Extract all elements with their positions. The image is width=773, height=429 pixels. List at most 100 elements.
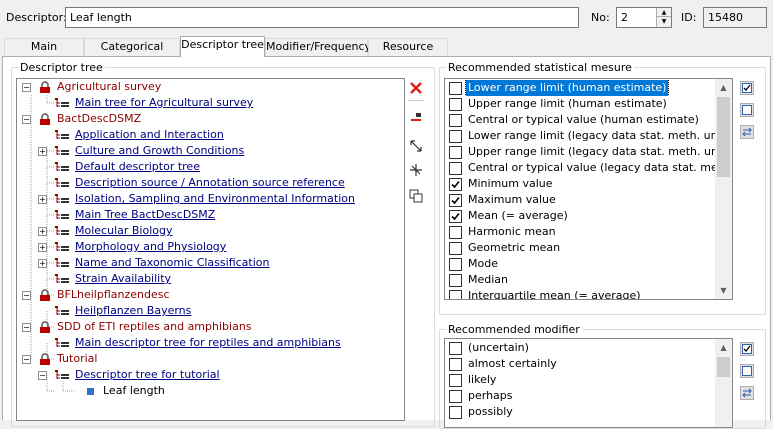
- stat-measure-item[interactable]: Central or typical value (human estimate…: [447, 112, 717, 128]
- modifier-item[interactable]: perhaps: [447, 388, 717, 404]
- collapse-toggle[interactable]: −: [22, 115, 31, 124]
- stat-check-all-button[interactable]: [740, 81, 754, 95]
- number-stepper[interactable]: 2 ▲ ▼: [616, 7, 672, 28]
- tab-categorical-states[interactable]: Categorical states: [84, 38, 180, 69]
- checkbox[interactable]: [449, 258, 462, 271]
- stat-measure-item[interactable]: Mean (= average): [447, 208, 717, 224]
- tree-node[interactable]: Default descriptor tree: [17, 159, 402, 175]
- copy-tree-button[interactable]: [407, 187, 425, 205]
- modifier-item[interactable]: likely: [447, 372, 717, 388]
- tree-node[interactable]: Heilpflanzen Bayerns: [17, 303, 402, 319]
- stat-scrollbar[interactable]: ▲ ▼: [715, 79, 732, 299]
- collapse-toggle[interactable]: −: [22, 291, 31, 300]
- collapse-all-button[interactable]: [407, 161, 425, 179]
- tree-node[interactable]: + Molecular Biology: [17, 223, 402, 239]
- tree-node[interactable]: + Isolation, Sampling and Environmental I…: [17, 191, 402, 207]
- expand-toggle[interactable]: +: [38, 227, 47, 236]
- stat-measure-item[interactable]: Lower range limit (human estimate): [447, 80, 717, 96]
- stat-measure-item[interactable]: Maximum value: [447, 192, 717, 208]
- checkbox[interactable]: [449, 226, 462, 239]
- tree-node[interactable]: Application and Interaction: [17, 127, 402, 143]
- checkbox[interactable]: [449, 390, 462, 403]
- collapse-toggle[interactable]: −: [22, 323, 31, 332]
- checkbox[interactable]: [449, 406, 462, 419]
- scroll-thumb[interactable]: [717, 97, 730, 177]
- stat-measure-item[interactable]: Upper range limit (legacy data stat. met…: [447, 144, 717, 160]
- tree-node[interactable]: Main Tree BactDescDSMZ: [17, 207, 402, 223]
- modifier-scrollbar[interactable]: ▲: [715, 339, 732, 427]
- stat-measure-item[interactable]: Lower range limit (legacy data stat. met…: [447, 128, 717, 144]
- checkbox[interactable]: [449, 242, 462, 255]
- tree-node[interactable]: + Culture and Growth Conditions: [17, 143, 402, 159]
- delete-button[interactable]: [407, 79, 425, 97]
- remove-descriptor-button[interactable]: [407, 109, 425, 127]
- stat-measure-item[interactable]: Minimum value: [447, 176, 717, 192]
- scroll-up-arrow[interactable]: ▲: [715, 339, 732, 356]
- stat-measure-item[interactable]: Central or typical value (legacy data st…: [447, 160, 717, 176]
- checkbox[interactable]: [449, 342, 462, 355]
- descriptor-tree-icon: [55, 306, 69, 315]
- tree-node[interactable]: Main descriptor tree for reptiles and am…: [17, 335, 402, 351]
- tree-node[interactable]: Main tree for Agricultural survey: [17, 95, 402, 111]
- checkbox[interactable]: [449, 146, 462, 159]
- expand-toggle[interactable]: +: [38, 147, 47, 156]
- collapse-toggle[interactable]: −: [38, 371, 47, 380]
- stat-measure-item[interactable]: Mode: [447, 256, 717, 272]
- modifier-list[interactable]: (uncertain) almost certainly likely perhaps…: [444, 338, 733, 428]
- expand-all-button[interactable]: [407, 137, 425, 155]
- checkbox[interactable]: [449, 98, 462, 111]
- modifier-item[interactable]: possibly: [447, 404, 717, 420]
- tree-database-node[interactable]: − BactDescDSMZ: [17, 111, 402, 127]
- modifier-check-all-button[interactable]: [740, 342, 754, 356]
- collapse-toggle[interactable]: −: [22, 83, 31, 92]
- expand-toggle[interactable]: +: [38, 259, 47, 268]
- tree-node[interactable]: + Name and Taxonomic Classification: [17, 255, 402, 271]
- tree-database-node[interactable]: − Tutorial: [17, 351, 402, 367]
- stat-uncheck-all-button[interactable]: [740, 103, 754, 117]
- stat-measure-item[interactable]: Interquartile mean (= average): [447, 288, 717, 299]
- stepper-down-arrow[interactable]: ▼: [656, 17, 671, 27]
- stat-measure-item[interactable]: Upper range limit (human estimate): [447, 96, 717, 112]
- stepper-up-arrow[interactable]: ▲: [656, 8, 671, 17]
- checkbox[interactable]: [449, 374, 462, 387]
- collapse-toggle[interactable]: −: [22, 355, 31, 364]
- tree-database-node[interactable]: − Agricultural survey: [17, 79, 402, 95]
- checkbox[interactable]: [449, 162, 462, 175]
- stat-measure-item[interactable]: Harmonic mean: [447, 224, 717, 240]
- modifier-item[interactable]: almost certainly: [447, 356, 717, 372]
- scroll-down-arrow[interactable]: ▼: [715, 282, 732, 299]
- checkbox[interactable]: [449, 194, 462, 207]
- tree-descriptor-node[interactable]: Leaf length: [17, 383, 402, 399]
- tree-node[interactable]: Description source / Annotation source r…: [17, 175, 402, 191]
- expand-toggle[interactable]: +: [38, 243, 47, 252]
- stat-measure-item[interactable]: Median: [447, 272, 717, 288]
- scroll-up-arrow[interactable]: ▲: [715, 79, 732, 96]
- checkbox[interactable]: [449, 290, 462, 299]
- checkbox[interactable]: [449, 358, 462, 371]
- tab-main-attributes[interactable]: Main attributes: [4, 38, 84, 69]
- tab-modifier-frequency[interactable]: Modifier/Frequency: [265, 38, 371, 56]
- tree-node[interactable]: − Descriptor tree for tutorial: [17, 367, 402, 383]
- tree-node[interactable]: + Morphology and Physiology: [17, 239, 402, 255]
- descriptor-name-field[interactable]: Leaf length: [65, 7, 579, 28]
- checkbox[interactable]: [449, 82, 462, 95]
- tree-node[interactable]: Strain Availability: [17, 271, 402, 287]
- tree-database-node[interactable]: − BFLheilpflanzendesc: [17, 287, 402, 303]
- checkbox[interactable]: [449, 210, 462, 223]
- tab-resource-links[interactable]: Resource links: [368, 38, 448, 69]
- checkbox[interactable]: [449, 274, 462, 287]
- stat-measure-item[interactable]: Geometric mean: [447, 240, 717, 256]
- tree-database-node[interactable]: − SDD of ETI reptiles and amphibians: [17, 319, 402, 335]
- checkbox[interactable]: [449, 178, 462, 191]
- scroll-thumb[interactable]: [717, 357, 730, 377]
- modifier-uncheck-all-button[interactable]: [740, 364, 754, 378]
- tab-descriptor-tree[interactable]: Descriptor tree: [180, 36, 265, 57]
- expand-toggle[interactable]: +: [38, 195, 47, 204]
- checkbox[interactable]: [449, 114, 462, 127]
- modifier-item[interactable]: (uncertain): [447, 340, 717, 356]
- stat-swap-button[interactable]: [740, 125, 754, 139]
- checkbox[interactable]: [449, 130, 462, 143]
- modifier-swap-button[interactable]: [740, 386, 754, 400]
- stat-measure-list[interactable]: Lower range limit (human estimate) Upper …: [444, 78, 733, 300]
- descriptor-tree-view[interactable]: − Agricultural survey Main tree for Agricu…: [16, 78, 405, 421]
